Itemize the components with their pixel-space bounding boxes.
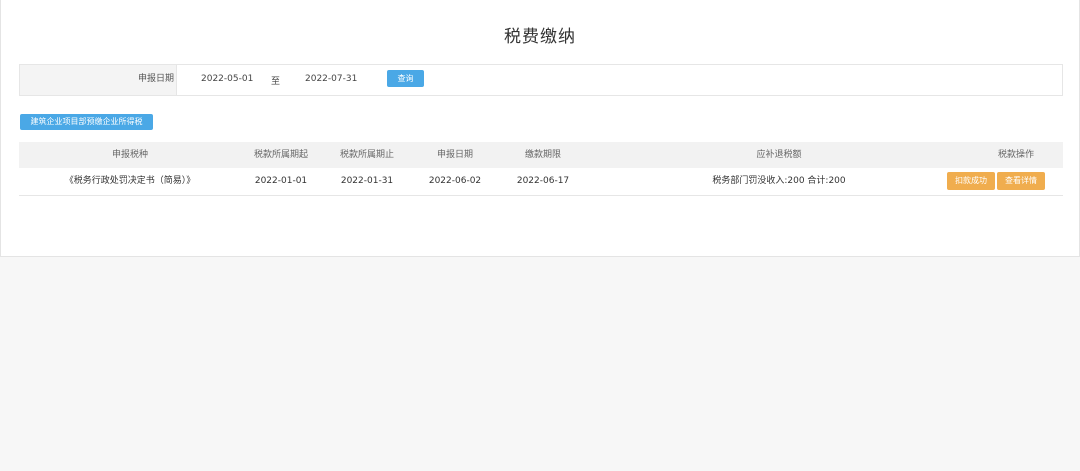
- cell-declare-date: 2022-06-02: [428, 176, 482, 186]
- header-operations: 税款操作: [997, 150, 1034, 160]
- tax-table: 申报税种 税款所属期起 税款所属期止 申报日期 缴款期限 应补退税额 税款操作 …: [19, 142, 1063, 196]
- cell-amount: 税务部门罚没收入:200 合计:200: [712, 176, 846, 186]
- header-amount: 应补退税额: [756, 150, 802, 160]
- cell-due-date: 2022-06-17: [516, 176, 570, 186]
- date-from-input[interactable]: 2022-05-01: [201, 74, 253, 84]
- tax-payment-panel: 税费缴纳 申报日期 2022-05-01 至 2022-07-31 查询 建筑企…: [0, 0, 1080, 257]
- table-header: 申报税种 税款所属期起 税款所属期止 申报日期 缴款期限 应补退税额 税款操作: [19, 142, 1063, 168]
- page-title: 税费缴纳: [504, 27, 576, 47]
- query-button[interactable]: 查询: [387, 70, 424, 87]
- cell-period-end: 2022-01-31: [340, 176, 394, 186]
- view-details-button[interactable]: 查看详情: [997, 172, 1045, 190]
- declare-date-label: 申报日期: [137, 74, 174, 84]
- cell-period-start: 2022-01-01: [254, 176, 308, 186]
- date-range-separator: 至: [271, 77, 281, 87]
- cell-tax-type: 《税务行政处罚决定书（简易）》: [64, 176, 196, 186]
- prepay-income-tax-button[interactable]: 建筑企业项目部预缴企业所得税: [20, 114, 153, 130]
- header-period-start: 税款所属期起: [253, 150, 308, 160]
- search-form: 申报日期 2022-05-01 至 2022-07-31 查询: [19, 64, 1063, 96]
- deduction-success-button[interactable]: 扣款成功: [947, 172, 995, 190]
- date-to-input[interactable]: 2022-07-31: [305, 74, 357, 84]
- header-declare-date: 申报日期: [436, 150, 473, 160]
- search-label-cell: 申报日期: [20, 65, 177, 95]
- header-period-end: 税款所属期止: [339, 150, 394, 160]
- table-row: 《税务行政处罚决定书（简易）》 2022-01-01 2022-01-31 20…: [19, 168, 1063, 196]
- header-tax-type: 申报税种: [111, 150, 148, 160]
- header-due-date: 缴款期限: [524, 150, 561, 160]
